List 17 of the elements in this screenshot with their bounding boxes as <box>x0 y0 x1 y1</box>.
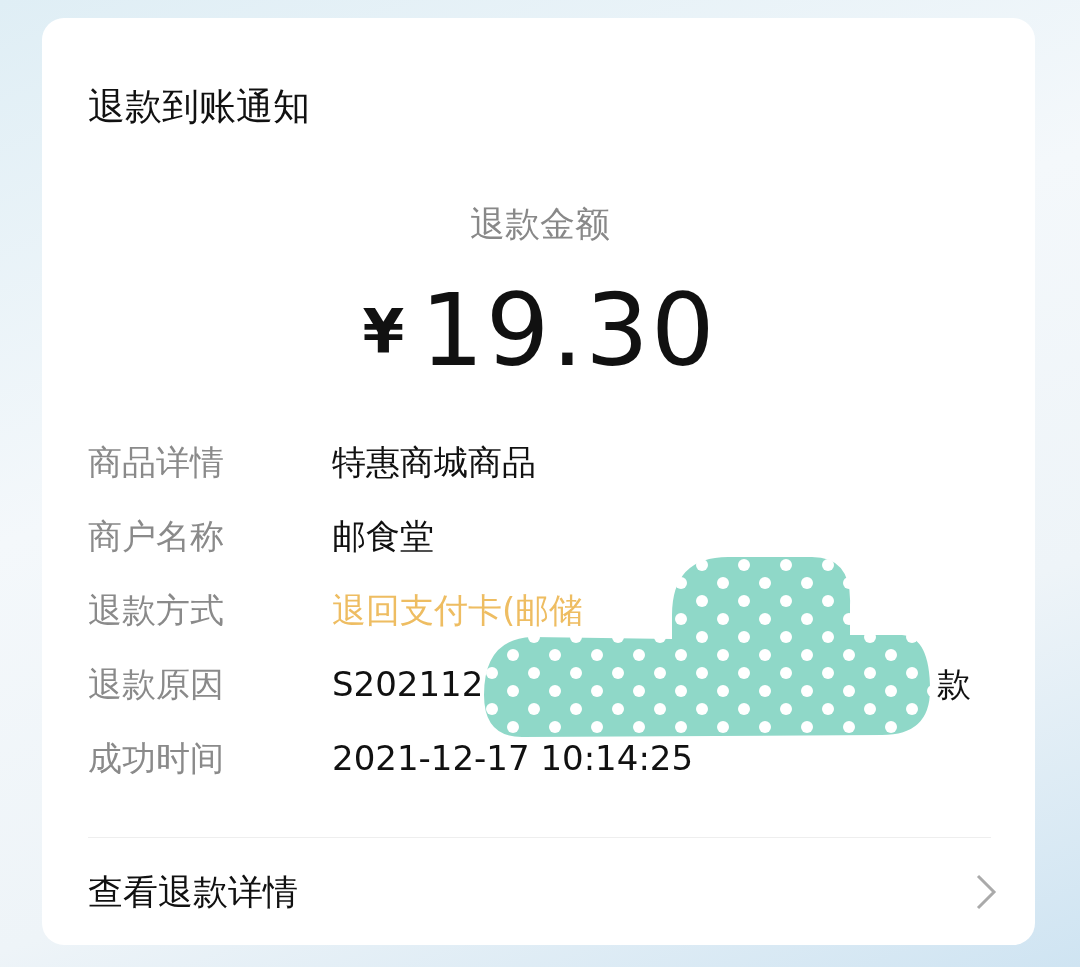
chevron-right-icon[interactable] <box>975 873 997 912</box>
detail-label: 退款原因 <box>88 662 225 706</box>
detail-value: 退回支付卡(邮储 <box>332 588 584 632</box>
view-details-link[interactable]: 查看退款详情 <box>88 866 298 919</box>
detail-value: 邮食堂 <box>332 514 434 558</box>
detail-value: S202112 <box>332 662 484 706</box>
detail-label: 成功时间 <box>88 736 225 780</box>
detail-value-end: 款 <box>937 662 971 706</box>
detail-label: 退款方式 <box>88 588 225 632</box>
detail-value: 2021-12-17 10:14:25 <box>332 736 694 780</box>
refund-amount: 19.30 <box>420 281 717 381</box>
amount-label: 退款金额 <box>468 207 611 242</box>
card-title: 退款到账通知 <box>88 88 311 125</box>
detail-value: 特惠商城商品 <box>332 440 536 484</box>
currency-symbol: ¥ <box>362 295 405 368</box>
detail-label: 商品详情 <box>88 440 225 484</box>
detail-label: 商户名称 <box>88 514 225 558</box>
